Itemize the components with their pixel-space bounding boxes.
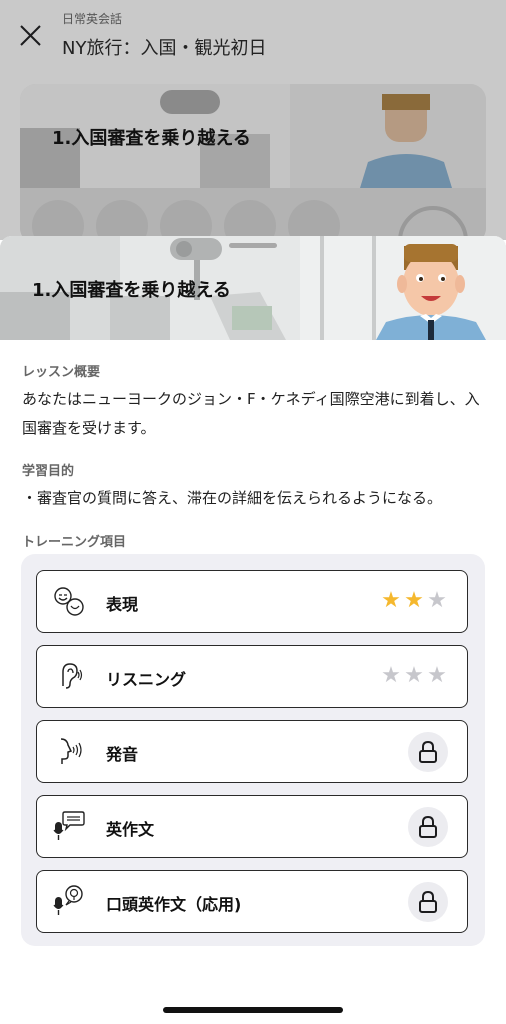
lock-badge	[408, 807, 448, 847]
overview-text: あなたはニューヨークのジョン・F・ケネディ国際空港に到着し、入国審査を受けます。	[22, 390, 480, 437]
star-rating: ★ ★ ★	[380, 590, 449, 612]
lesson-detail-sheet: 1.入国審査を乗り越える レッスン概要 あなたはニューヨークのジョン・F・ケネデ…	[0, 236, 506, 1024]
overview-label: レッスン概要	[22, 365, 101, 380]
training-item-oral-composition[interactable]: 口頭英作文（応用)	[36, 870, 468, 933]
training-item-label: 英作文	[106, 820, 155, 839]
training-item-label: 発音	[106, 745, 139, 764]
star-filled-icon: ★	[381, 588, 402, 613]
star-empty-icon: ★	[381, 663, 402, 688]
pronunciation-icon	[60, 738, 82, 764]
goal-text: ・審査官の質問に答え、滞在の詳細を伝えられるようになる。	[22, 489, 443, 507]
training-item-composition[interactable]: 英作文	[36, 795, 468, 858]
lesson-header: 日常英会話 NY旅行：入国・観光初日	[0, 0, 506, 80]
close-button[interactable]	[14, 18, 48, 52]
training-label: トレーニング項目	[22, 535, 127, 550]
training-item-label: 口頭英作文（応用)	[106, 895, 242, 914]
background-card-title: 1.入国審査を乗り越える	[52, 128, 251, 149]
training-item-expression[interactable]: 表現 ★ ★ ★	[36, 570, 468, 633]
star-rating: ★ ★ ★	[380, 665, 449, 687]
composition-mic-icon	[53, 811, 85, 840]
star-filled-icon: ★	[404, 588, 425, 613]
background-lesson-card: 1.入国審査を乗り越える	[20, 84, 486, 244]
oral-composition-icon	[53, 885, 83, 915]
header-subtitle: 日常英会話	[62, 12, 123, 26]
home-indicator[interactable]	[163, 1007, 343, 1013]
lesson-banner: 1.入国審査を乗り越える	[0, 236, 506, 340]
star-empty-icon: ★	[404, 663, 425, 688]
lock-badge	[408, 732, 448, 772]
header-title: NY旅行：入国・観光初日	[62, 38, 267, 59]
lock-icon	[419, 741, 437, 763]
training-item-label: 表現	[106, 595, 139, 614]
training-list: 表現 ★ ★ ★ リスニング ★ ★ ★ 発音 英作文 口頭英作文（応用)	[21, 554, 485, 946]
training-item-listening[interactable]: リスニング ★ ★ ★	[36, 645, 468, 708]
training-item-pronunciation[interactable]: 発音	[36, 720, 468, 783]
goal-label: 学習目的	[22, 464, 75, 479]
lock-badge	[408, 882, 448, 922]
star-empty-icon: ★	[427, 588, 448, 613]
lock-icon	[419, 891, 437, 913]
expression-faces-icon	[54, 587, 84, 616]
sheet-grabber[interactable]	[229, 243, 277, 248]
lock-icon	[419, 816, 437, 838]
lesson-title: 1.入国審査を乗り越える	[32, 280, 231, 301]
training-item-label: リスニング	[106, 670, 187, 689]
close-icon	[20, 25, 41, 46]
star-empty-icon: ★	[427, 663, 448, 688]
listening-ear-icon	[62, 663, 83, 689]
